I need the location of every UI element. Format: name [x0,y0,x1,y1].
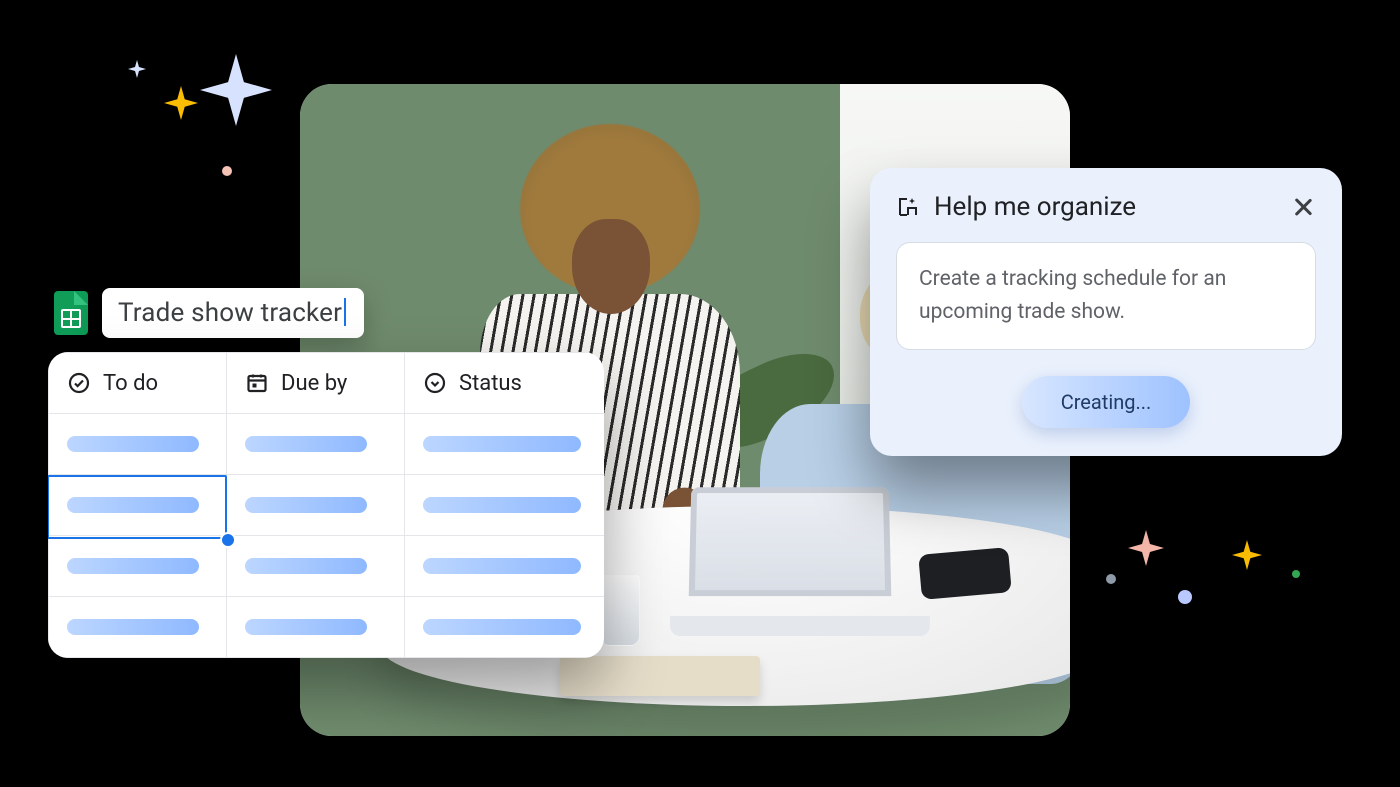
sparkle-icon [1128,530,1164,566]
organize-sparkle-icon [896,193,920,221]
spreadsheet-grid[interactable]: To do Due by [48,352,604,658]
placeholder-pill [423,497,581,513]
placeholder-pill [245,619,367,635]
decorative-dot [222,166,232,176]
cell[interactable] [49,414,227,475]
decorative-dot [1106,574,1116,584]
column-header-status[interactable]: Status [405,353,605,414]
cell[interactable] [227,597,405,658]
sparkle-icon [200,54,272,126]
table-row [49,414,605,475]
decorative-dot [1292,570,1300,578]
cell[interactable] [405,597,605,658]
decorative-dot [1178,590,1192,604]
column-header-todo[interactable]: To do [49,353,227,414]
cell[interactable] [227,536,405,597]
cell[interactable] [227,414,405,475]
placeholder-pill [245,497,367,513]
placeholder-pill [423,436,581,452]
panel-title: Help me organize [934,192,1276,222]
sparkle-icon [164,86,198,120]
table-row [49,475,605,536]
prompt-textarea[interactable]: Create a tracking schedule for an upcomi… [896,242,1316,350]
column-header-label: To do [103,371,158,396]
close-button[interactable] [1290,194,1316,220]
sheets-overlay: Trade show tracker To do [48,288,604,658]
cell[interactable] [405,414,605,475]
cell[interactable] [49,536,227,597]
placeholder-pill [423,558,581,574]
calendar-icon [245,371,269,395]
check-circle-icon [67,371,91,395]
placeholder-pill [67,497,199,513]
cell[interactable] [49,475,227,536]
table-row [49,536,605,597]
sparkle-icon [128,60,146,78]
doc-title-text: Trade show tracker [118,298,342,328]
column-header-label: Status [459,371,522,396]
placeholder-pill [245,436,367,452]
cell[interactable] [227,475,405,536]
cell[interactable] [49,597,227,658]
placeholder-pill [245,558,367,574]
help-me-organize-panel: Help me organize Create a tracking sched… [870,168,1342,456]
placeholder-pill [67,436,199,452]
table-row [49,597,605,658]
column-header-dueby[interactable]: Due by [227,353,405,414]
placeholder-pill [423,619,581,635]
column-header-label: Due by [281,371,347,396]
dropdown-circle-icon [423,371,447,395]
placeholder-pill [67,619,199,635]
placeholder-pill [67,558,199,574]
create-button[interactable]: Creating... [1022,376,1190,428]
cell[interactable] [405,475,605,536]
cell[interactable] [405,536,605,597]
sparkle-icon [1232,540,1262,570]
doc-title-input[interactable]: Trade show tracker [102,288,364,338]
google-sheets-icon [54,291,88,335]
